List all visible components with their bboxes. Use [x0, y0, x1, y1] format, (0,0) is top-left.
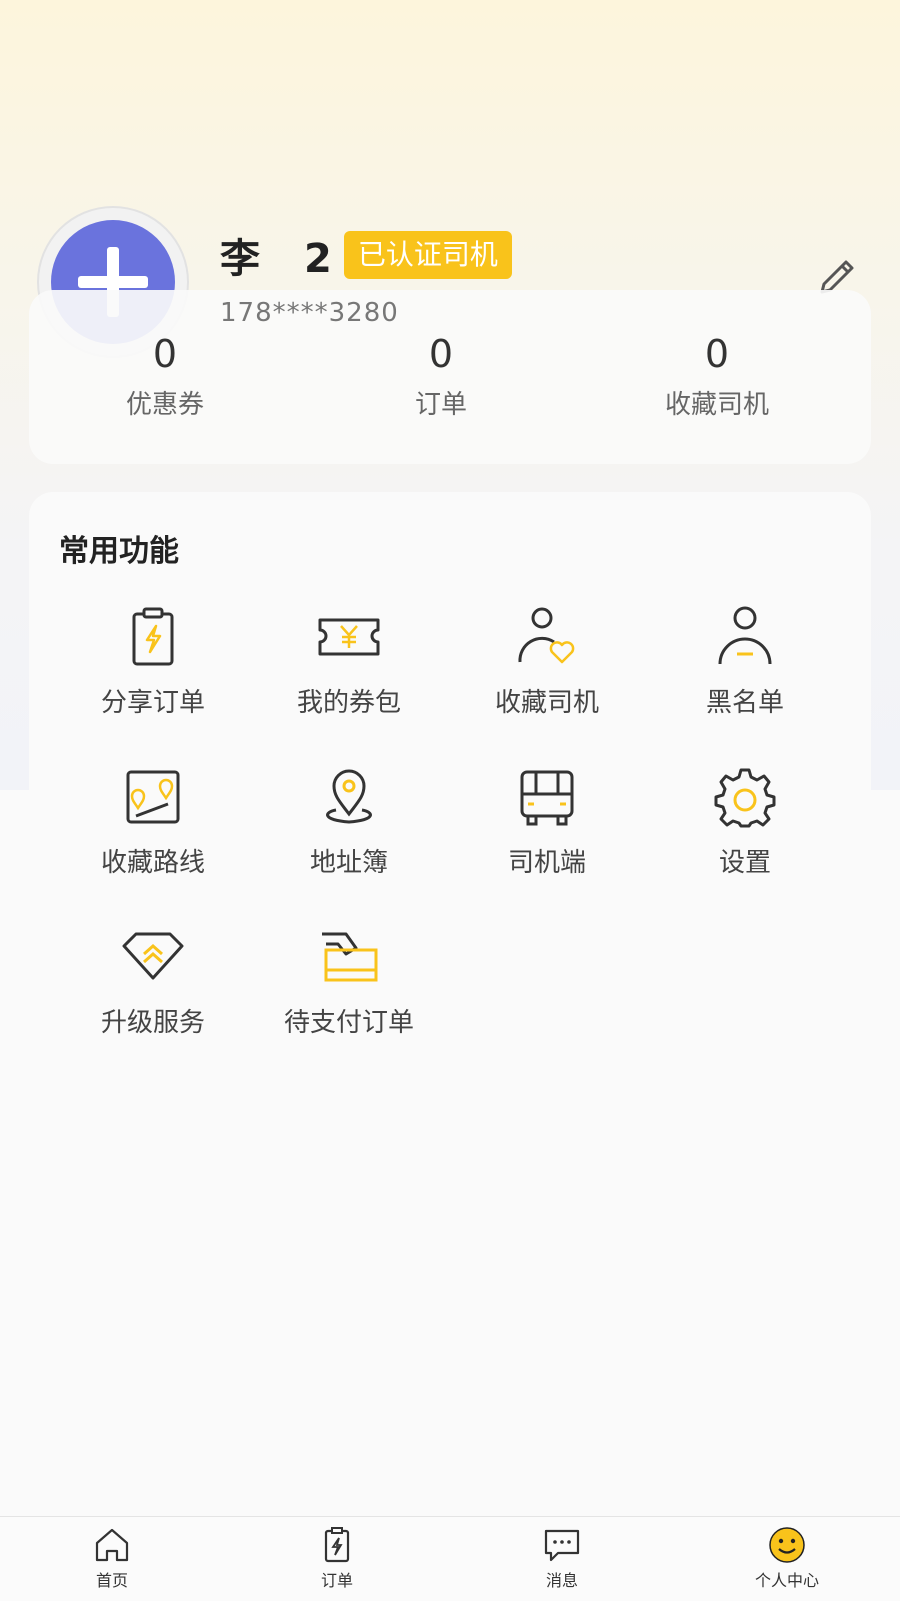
tab-label: 个人中心: [754, 1571, 819, 1590]
grid-label: 待支付订单: [283, 1008, 414, 1038]
stat-value: 0: [428, 332, 454, 376]
stat-label: 收藏司机: [664, 390, 769, 420]
grid-label: 升级服务: [100, 1008, 205, 1038]
bottom-tab-bar: 首页 订单 消息 个人中心: [0, 1516, 900, 1601]
tab-home[interactable]: 首页: [52, 1525, 172, 1591]
grid-item-pending-payment[interactable]: 待支付订单: [251, 924, 447, 1054]
coupon-icon: [318, 618, 380, 656]
stat-label: 优惠券: [125, 390, 204, 420]
grid-label: 我的券包: [296, 688, 401, 718]
grid-item-favorite-drivers[interactable]: 收藏司机: [449, 604, 645, 734]
smiley-icon: [769, 1527, 805, 1563]
order-icon: [324, 1527, 350, 1563]
address-book-icon: [326, 769, 372, 824]
upgrade-icon: [122, 932, 184, 980]
tab-orders[interactable]: 订单: [277, 1525, 397, 1591]
stat-value: 0: [152, 332, 178, 376]
grid-item-settings[interactable]: 设置: [647, 764, 843, 894]
stat-favorite-drivers[interactable]: 0 收藏司机: [617, 330, 817, 421]
stat-value: 0: [704, 332, 730, 376]
common-functions-card: 常用功能 分享订单 我的券包 收藏司机 黑名单 收藏路线 地址簿 司机端 设置 …: [29, 492, 871, 1052]
grid-label: 分享订单: [100, 688, 205, 718]
grid-label: 地址簿: [309, 848, 388, 878]
user-name: 李 2: [220, 236, 334, 282]
certified-driver-badge: 已认证司机: [343, 231, 512, 279]
grid-item-blacklist[interactable]: 黑名单: [647, 604, 843, 734]
section-title: 常用功能: [59, 534, 179, 569]
stat-orders[interactable]: 0 订单: [341, 330, 541, 421]
tab-messages[interactable]: 消息: [502, 1525, 622, 1591]
grid-label: 设置: [718, 848, 771, 878]
message-icon: [544, 1529, 580, 1562]
tab-label: 首页: [95, 1571, 128, 1590]
favorite-driver-icon: [518, 607, 575, 664]
pending-payment-icon: [322, 932, 378, 982]
favorite-route-icon: [126, 770, 180, 824]
profile-name-row: 李 2 已认证司机: [220, 228, 512, 282]
home-icon: [95, 1528, 129, 1562]
phone-number: 178****3280: [220, 298, 399, 328]
grid-label: 收藏司机: [494, 688, 599, 718]
grid-item-driver-app[interactable]: 司机端: [449, 764, 645, 894]
tab-label: 订单: [320, 1571, 353, 1590]
tab-label: 消息: [545, 1571, 578, 1590]
grid-item-coupon-wallet[interactable]: 我的券包: [251, 604, 447, 734]
grid-item-share-order[interactable]: 分享订单: [55, 604, 251, 734]
grid-item-address-book[interactable]: 地址簿: [251, 764, 447, 894]
tab-profile[interactable]: 个人中心: [727, 1525, 847, 1591]
stats-card: 0 优惠券 0 订单 0 收藏司机: [29, 290, 871, 464]
grid-item-favorite-routes[interactable]: 收藏路线: [55, 764, 251, 894]
grid-item-upgrade-service[interactable]: 升级服务: [55, 924, 251, 1054]
settings-icon: [714, 768, 776, 828]
stat-label: 订单: [414, 390, 467, 420]
driver-app-icon: [520, 770, 574, 826]
blacklist-icon: [718, 606, 772, 665]
grid-label: 司机端: [507, 848, 586, 878]
grid-label: 收藏路线: [100, 848, 205, 878]
share-order-icon: [132, 607, 174, 666]
grid-label: 黑名单: [705, 688, 784, 718]
stat-coupons[interactable]: 0 优惠券: [65, 330, 265, 421]
